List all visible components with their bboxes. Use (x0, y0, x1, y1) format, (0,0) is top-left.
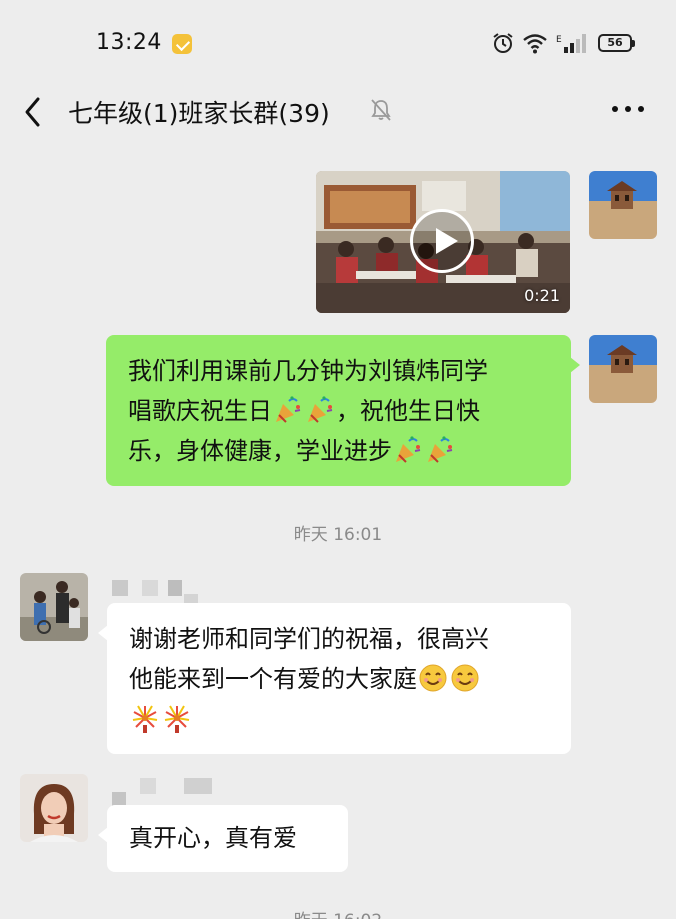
status-time: 13:24 (96, 30, 162, 55)
chat-title: 七年级(1)班家长群(39) (68, 99, 330, 128)
avatar[interactable] (589, 171, 657, 239)
message-line: 唱歌庆祝生日 (128, 397, 272, 425)
avatar[interactable] (20, 573, 88, 641)
badge-icon (172, 34, 192, 54)
avatar[interactable] (20, 774, 88, 842)
video-message[interactable]: 0:21 (316, 171, 570, 313)
chat-screen: 13:24 E 56 七年级(1)班家长群(39) 0:21 我们利用课前几分钟… (0, 0, 676, 919)
mute-icon (371, 99, 391, 121)
party-popper-icon (308, 396, 333, 423)
message-line: 我们利用课前几分钟为刘镇炜同学 (128, 357, 488, 385)
video-duration: 0:21 (524, 286, 560, 305)
party-popper-icon (428, 436, 453, 463)
party-popper-icon (396, 436, 421, 463)
message-line: 他能来到一个有爱的大家庭 (129, 665, 417, 693)
back-icon[interactable] (22, 96, 44, 128)
smiling-face-icon (419, 664, 447, 692)
message-bubble-self[interactable]: 我们利用课前几分钟为刘镇炜同学 唱歌庆祝生日 ，祝他生日快 乐，身体健康，学业进步 (106, 335, 580, 486)
avatar[interactable] (589, 335, 657, 403)
chat-header: 七年级(1)班家长群(39) (0, 84, 676, 140)
sender-name-masked (112, 778, 222, 808)
more-icon[interactable] (612, 106, 644, 114)
message-bubble-other[interactable]: 真开心，真有爱 (98, 805, 348, 872)
message-line-group: 他能来到一个有爱的大家庭 (129, 659, 557, 699)
message-line: 谢谢老师和同学们的祝福，很高兴 (129, 625, 489, 653)
smiling-face-icon (451, 664, 479, 692)
message-line-group: 唱歌庆祝生日 ，祝他生日快 (128, 391, 555, 431)
message-line: 真开心，真有爱 (129, 824, 297, 852)
fireworks-icon (164, 705, 190, 733)
timestamp: 昨天 16:02 (0, 906, 676, 919)
message-line: 乐，身体健康，学业进步 (128, 437, 392, 465)
signal-icon: E (556, 34, 586, 53)
message-line-group (129, 699, 557, 739)
alarm-icon (493, 33, 513, 53)
message-bubble-other[interactable]: 谢谢老师和同学们的祝福，很高兴 他能来到一个有爱的大家庭 (98, 603, 571, 754)
wifi-icon (523, 34, 547, 54)
message-line-group: 乐，身体健康，学业进步 (128, 431, 555, 471)
timestamp: 昨天 16:01 (293, 525, 383, 545)
svg-text:E: E (556, 35, 562, 45)
party-popper-icon (276, 396, 301, 423)
fireworks-icon (132, 705, 158, 733)
message-line: ，祝他生日快 (336, 397, 480, 425)
status-bar: 13:24 E 56 (0, 0, 676, 84)
battery-icon: 56 (598, 34, 635, 52)
play-icon[interactable] (410, 209, 474, 273)
